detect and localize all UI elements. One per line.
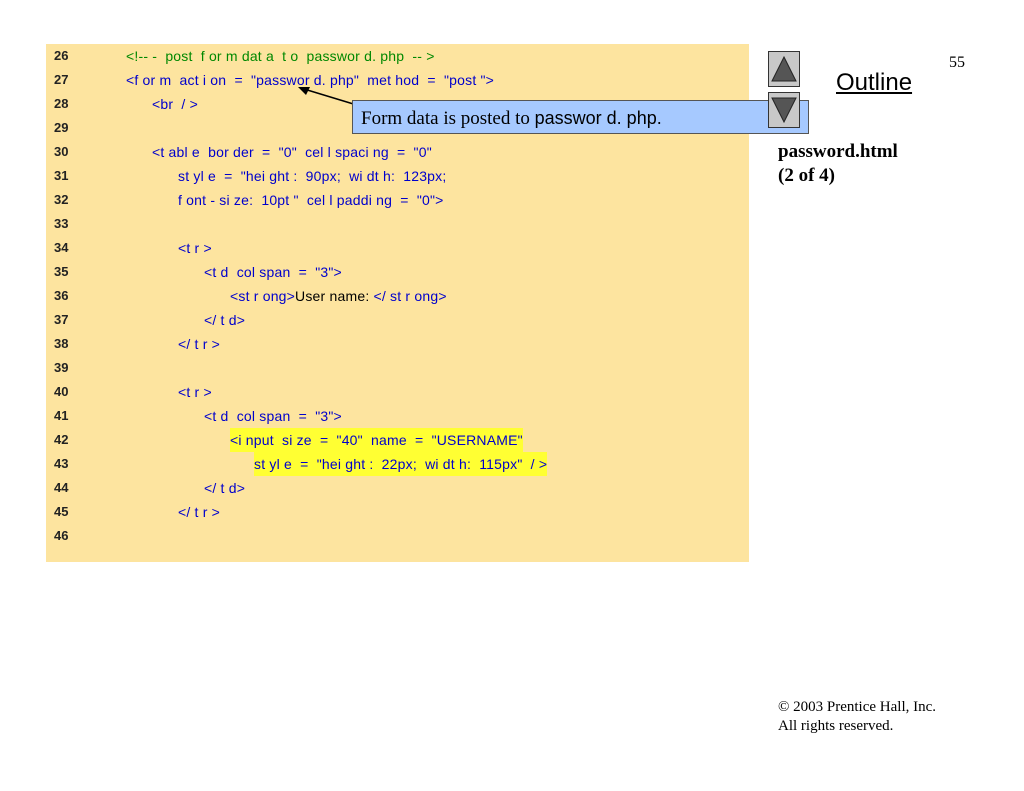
page-number: 55 <box>949 54 965 71</box>
code-text: f ont - si ze: 10pt " cel l paddi ng = "… <box>178 192 444 208</box>
code-text: <st r ong>User name: </ st r ong> <box>230 284 447 308</box>
outline-link[interactable]: Outline <box>836 68 912 98</box>
strong-content: User name: <box>295 288 370 304</box>
code-text: <t r > <box>178 384 212 400</box>
code-line: 42 <i nput si ze = "40" name = "USERNAME… <box>46 428 749 452</box>
code-text: <t d col span = "3"> <box>204 264 342 280</box>
code-text: </ t d> <box>204 480 246 496</box>
code-text: <!-- - post f or m dat a t o passwor d. … <box>126 48 435 64</box>
code-text: st yl e = "hei ght : 90px; wi dt h: 123p… <box>178 168 447 184</box>
code-line: 26 <!-- - post f or m dat a t o passwor … <box>46 44 749 68</box>
triangle-up-icon <box>771 55 797 82</box>
line-number: 45 <box>54 504 69 519</box>
line-number: 42 <box>54 432 69 447</box>
code-text: <t r > <box>178 240 212 256</box>
line-number: 32 <box>54 192 69 207</box>
code-text: <t abl e bor der = "0" cel l spaci ng = … <box>152 144 432 160</box>
code-text-highlighted: <i nput si ze = "40" name = "USERNAME" <box>230 428 523 452</box>
callout-box: Form data is posted to passwor d. php. <box>352 100 809 134</box>
code-text: </ t r > <box>178 504 221 520</box>
line-number: 26 <box>54 48 69 63</box>
code-text: </ t r > <box>178 336 221 352</box>
code-line: 43 st yl e = "hei ght : 22px; wi dt h: 1… <box>46 452 749 476</box>
code-line: 30 <t abl e bor der = "0" cel l spaci ng… <box>46 140 749 164</box>
code-text: <t d col span = "3"> <box>204 408 342 424</box>
line-number: 27 <box>54 72 69 87</box>
strong-open-tag: <st r ong> <box>230 288 296 304</box>
line-number: 33 <box>54 216 69 231</box>
line-number: 39 <box>54 360 69 375</box>
line-number: 34 <box>54 240 69 255</box>
code-line: 41 <t d col span = "3"> <box>46 404 749 428</box>
code-line: 39 <box>46 356 749 380</box>
code-text: </ t d> <box>204 312 246 328</box>
code-line: 45 </ t r > <box>46 500 749 524</box>
next-slide-button[interactable] <box>768 92 800 128</box>
rights-notice: All rights reserved. <box>778 718 894 734</box>
line-number: 36 <box>54 288 69 303</box>
file-part-indicator: (2 of 4) <box>778 165 835 186</box>
line-number: 31 <box>54 168 69 183</box>
line-number: 40 <box>54 384 69 399</box>
code-text-highlighted: st yl e = "hei ght : 22px; wi dt h: 115p… <box>254 452 548 476</box>
code-line: 37 </ t d> <box>46 308 749 332</box>
code-text: <br / > <box>152 96 198 112</box>
code-line: 32 f ont - si ze: 10pt " cel l paddi ng … <box>46 188 749 212</box>
code-line: 46 <box>46 524 749 548</box>
line-number: 30 <box>54 144 69 159</box>
line-number: 28 <box>54 96 69 111</box>
code-line: 34 <t r > <box>46 236 749 260</box>
line-number: 29 <box>54 120 69 135</box>
code-line: 44 </ t d> <box>46 476 749 500</box>
line-number: 43 <box>54 456 69 471</box>
code-line: 40 <t r > <box>46 380 749 404</box>
callout-code-text: passwor d. php. <box>534 108 662 128</box>
line-number: 44 <box>54 480 69 495</box>
code-line: 38 </ t r > <box>46 332 749 356</box>
code-line: 36 <st r ong>User name: </ st r ong> <box>46 284 749 308</box>
file-title: password.html <box>778 141 898 162</box>
line-number: 35 <box>54 264 69 279</box>
code-line: 31 st yl e = "hei ght : 90px; wi dt h: 1… <box>46 164 749 188</box>
strong-close-tag: </ st r ong> <box>369 288 447 304</box>
triangle-down-icon <box>771 97 797 124</box>
code-line: 35 <t d col span = "3"> <box>46 260 749 284</box>
code-line: 27 <f or m act i on = "passwor d. php" m… <box>46 68 749 92</box>
copyright-notice: © 2003 Prentice Hall, Inc. <box>778 699 937 715</box>
line-number: 37 <box>54 312 69 327</box>
line-number: 38 <box>54 336 69 351</box>
code-text: <f or m act i on = "passwor d. php" met … <box>126 72 495 88</box>
line-number: 46 <box>54 528 69 543</box>
code-line: 33 <box>46 212 749 236</box>
callout-text: Form data is posted to <box>361 108 535 129</box>
line-number: 41 <box>54 408 69 423</box>
previous-slide-button[interactable] <box>768 51 800 87</box>
